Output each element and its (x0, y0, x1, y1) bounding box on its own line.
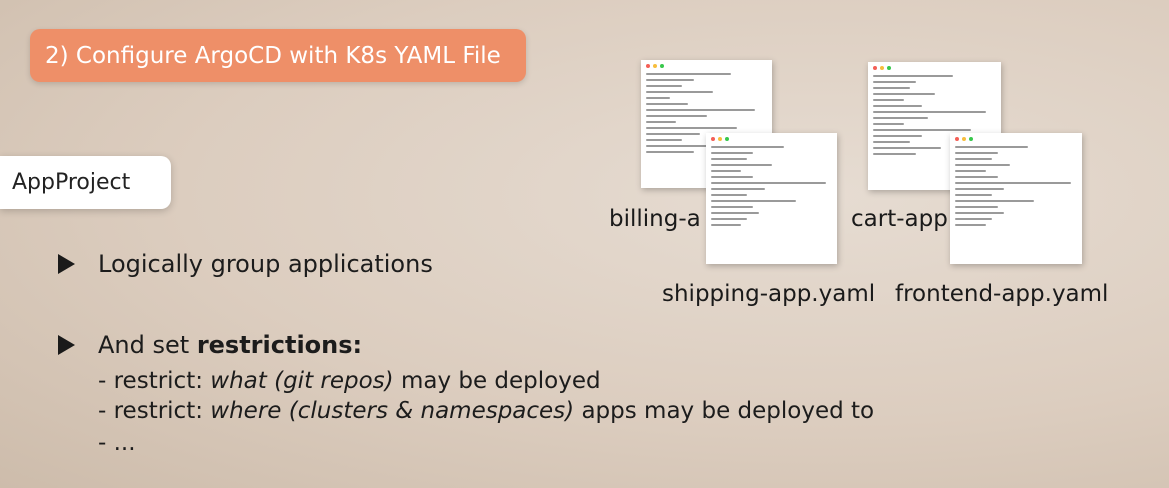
window-dots-icon (873, 66, 996, 70)
shipping-app-yaml-thumbnail (706, 133, 837, 264)
slide-title-banner: 2) Configure ArgoCD with K8s YAML File (30, 29, 526, 82)
bullet-text: And set restrictions: (98, 331, 362, 359)
bullet-set-restrictions: And set restrictions: (58, 331, 362, 359)
triangle-bullet-icon (58, 254, 75, 274)
shipping-app-label: shipping-app.yaml (662, 281, 876, 307)
billing-app-label: billing-a (609, 206, 701, 232)
restrict-what: - restrict: what (git repos) may be depl… (98, 368, 601, 394)
slide-title: 2) Configure ArgoCD with K8s YAML File (45, 42, 501, 69)
frontend-app-label: frontend-app.yaml (895, 281, 1109, 307)
frontend-app-yaml-thumbnail (950, 133, 1082, 264)
restrict-suffix: may be deployed (393, 368, 601, 394)
bullet-text: Logically group applications (98, 250, 433, 278)
appproject-label: AppProject (12, 170, 131, 195)
bullet-bold: restrictions: (196, 331, 363, 359)
restrict-where: - restrict: where (clusters & namespaces… (98, 398, 874, 424)
bullet-logically-group: Logically group applications (58, 250, 433, 278)
triangle-bullet-icon (58, 335, 75, 355)
window-dots-icon (955, 137, 1077, 141)
window-dots-icon (646, 64, 767, 68)
restrict-prefix: - restrict: (98, 368, 211, 394)
restrict-prefix: - restrict: (98, 398, 211, 424)
restrict-italic: where (clusters & namespaces) (210, 398, 575, 424)
restrict-more: - ... (98, 430, 136, 456)
window-dots-icon (711, 137, 832, 141)
restrict-suffix: apps may be deployed to (574, 398, 875, 424)
appproject-tag: AppProject (0, 156, 171, 209)
restrict-italic: what (git repos) (210, 368, 394, 394)
bullet-prefix: And set (98, 331, 197, 359)
cart-app-label: cart-app (851, 206, 948, 232)
